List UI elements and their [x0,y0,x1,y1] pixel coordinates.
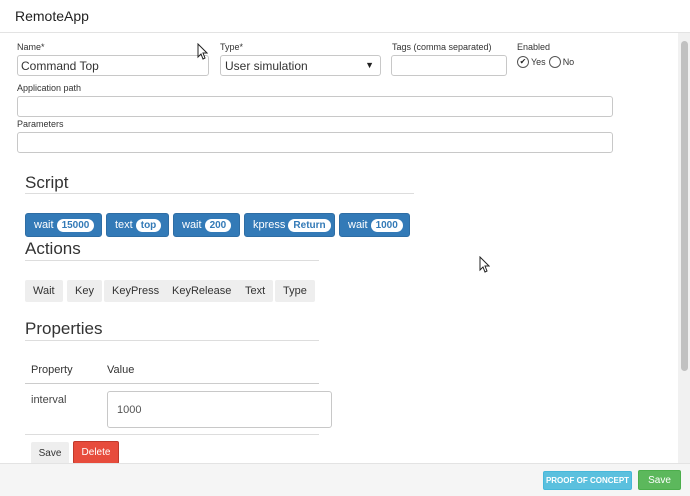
action-button-type[interactable]: Type [275,280,315,302]
type-label: Type* [220,42,244,52]
action-button-key[interactable]: Key [67,280,102,302]
script-item-arg: 1000 [370,218,403,232]
tags-input[interactable] [391,55,507,76]
vertical-scrollbar[interactable] [678,33,690,463]
action-button-keypress[interactable]: KeyPress [104,280,168,302]
script-item-cmd: text [115,219,133,231]
script-item-arg: 200 [204,218,232,232]
actions-divider [25,260,319,261]
property-delete-button[interactable]: Delete [73,441,119,464]
save-button[interactable]: Save [638,470,681,490]
parameters-label: Parameters [17,119,64,129]
script-heading: Script [25,173,69,192]
name-label: Name* [17,42,45,52]
script-item-arg: 15000 [56,218,95,232]
scrollbar-thumb[interactable] [681,41,688,371]
property-save-button[interactable]: Save [31,442,69,464]
value-column-header: Value [107,364,135,376]
script-item[interactable]: wait 1000 [339,213,410,237]
script-item[interactable]: kpress Return [244,213,335,237]
script-item-cmd: kpress [253,219,286,231]
type-select[interactable]: User simulation ▼ [220,55,381,76]
app-path-input[interactable] [17,96,613,117]
cursor-arrow-icon [197,43,208,60]
enabled-no-radio[interactable] [548,56,561,68]
script-item-cmd: wait [348,219,368,231]
script-item-arg: Return [288,218,331,232]
script-divider [25,193,414,194]
table-header-divider [25,383,319,384]
dialog-header: RemoteApp [0,0,690,33]
properties-heading: Properties [25,319,103,338]
property-value-input[interactable] [107,391,332,428]
check-icon: ✔ [519,57,527,66]
action-button-keyrelease[interactable]: KeyRelease [164,280,240,302]
app-path-label: Application path [17,83,82,93]
caret-down-icon: ▼ [365,60,374,70]
table-row-divider [25,434,319,435]
script-item[interactable]: wait 200 [173,213,240,237]
action-button-wait[interactable]: Wait [25,280,63,302]
name-input[interactable] [17,55,209,76]
properties-divider [25,340,319,341]
tags-label: Tags (comma separated) [392,42,492,52]
script-item[interactable]: wait 15000 [25,213,102,237]
proof-of-concept-button[interactable]: PROOF OF CONCEPT [543,471,632,490]
enabled-label: Enabled [517,42,551,52]
script-item[interactable]: text top [106,213,169,237]
script-item-arg: top [135,218,162,232]
property-name: interval [31,394,67,406]
enabled-yes-label: Yes [531,57,546,67]
dialog-title: RemoteApp [15,8,89,24]
property-column-header: Property [31,364,73,376]
enabled-yes-radio[interactable]: ✔ [517,56,529,68]
actions-heading: Actions [25,239,81,258]
enabled-no-label: No [562,57,575,67]
enabled-radio-group: ✔ Yes No [517,56,574,68]
parameters-input[interactable] [17,132,613,153]
action-button-text[interactable]: Text [237,280,274,302]
script-item-cmd: wait [182,219,202,231]
script-item-cmd: wait [34,219,54,231]
type-select-value: User simulation [225,59,308,73]
cursor-arrow-icon [479,256,490,273]
